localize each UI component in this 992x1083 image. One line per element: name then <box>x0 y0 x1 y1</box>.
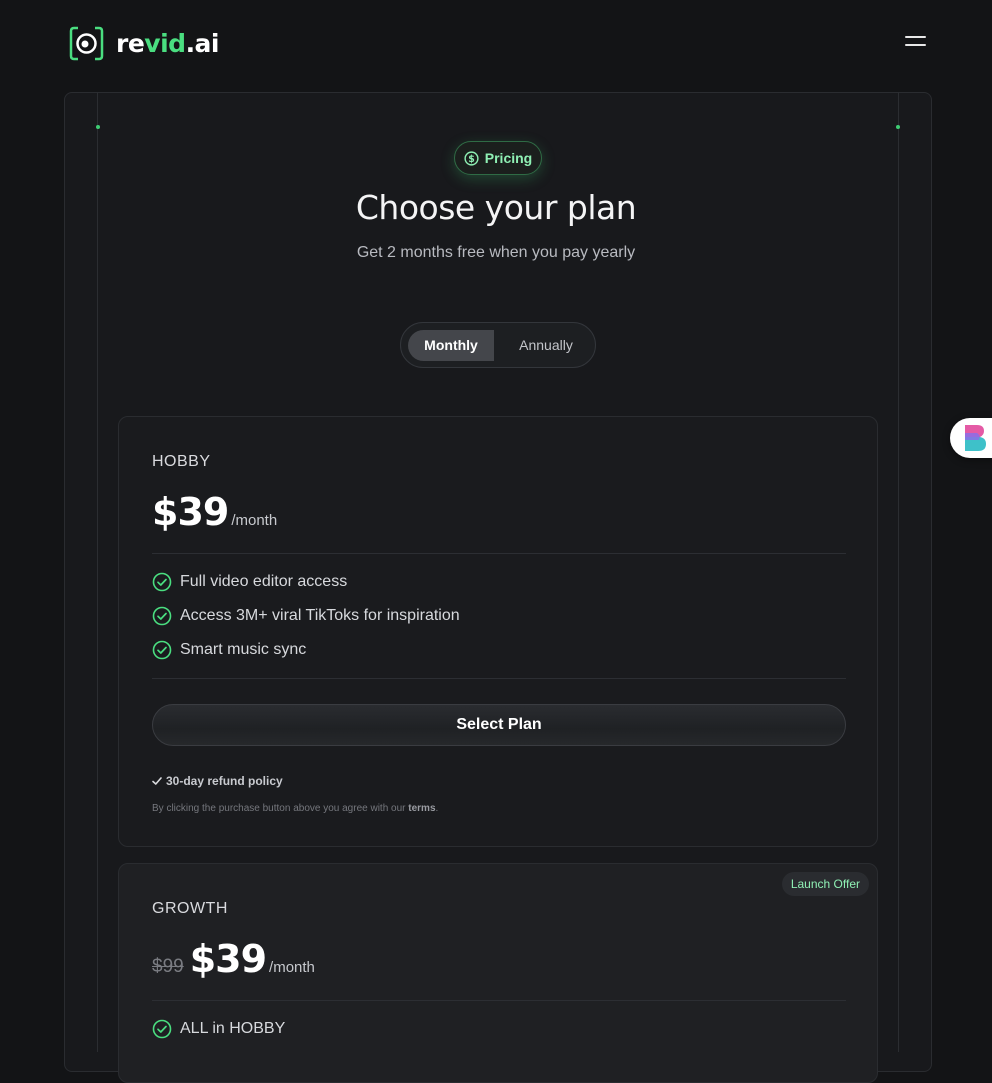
plan-name: HOBBY <box>152 453 211 470</box>
frame-guide-left <box>97 92 98 1052</box>
toggle-annually[interactable]: Annually <box>501 330 591 361</box>
price-amount: $39 <box>152 490 229 534</box>
feature-item: Smart music sync <box>152 640 306 660</box>
price-period: /month <box>269 959 315 976</box>
billing-toggle: Monthly Annually <box>400 322 596 368</box>
feature-item: Full video editor access <box>152 572 347 592</box>
select-plan-button[interactable]: Select Plan <box>152 704 846 746</box>
check-circle-icon <box>152 572 172 592</box>
hamburger-menu-icon[interactable] <box>903 36 927 52</box>
plan-card-growth: Launch Offer GROWTH $99 $39 /month ALL i… <box>118 863 878 1083</box>
frame-guide-right <box>898 92 899 1052</box>
widget-logo-icon <box>965 425 986 451</box>
check-circle-icon <box>152 640 172 660</box>
floating-widget[interactable] <box>950 418 992 458</box>
divider <box>152 553 846 554</box>
logo-camera-icon <box>69 26 104 61</box>
divider <box>152 678 846 679</box>
price-period: /month <box>231 512 278 529</box>
old-price: $99 <box>152 956 184 977</box>
svg-text:$: $ <box>468 153 475 164</box>
feature-label: ALL in HOBBY <box>180 1020 286 1037</box>
feature-label: Access 3M+ viral TikToks for inspiration <box>180 607 460 624</box>
check-circle-icon <box>152 1019 172 1039</box>
feature-item: Access 3M+ viral TikToks for inspiration <box>152 606 460 626</box>
pricing-badge-label: Pricing <box>484 150 533 166</box>
plan-price: $99 $39 /month <box>152 937 315 981</box>
guide-dot-right <box>896 125 900 129</box>
refund-policy: 30-day refund policy <box>152 774 283 788</box>
guide-dot-left <box>96 125 100 129</box>
page-subtitle: Get 2 months free when you pay yearly <box>356 244 636 261</box>
pricing-badge: $ Pricing <box>454 141 542 175</box>
feature-item: ALL in HOBBY <box>152 1019 285 1039</box>
check-circle-icon <box>152 606 172 626</box>
refund-label: 30-day refund policy <box>166 774 283 788</box>
feature-label: Full video editor access <box>180 573 348 590</box>
brand-name: revid.ai <box>116 29 220 58</box>
page-title: Choose your plan <box>355 188 637 227</box>
plan-price: $39 /month <box>152 490 277 534</box>
divider <box>152 1000 846 1001</box>
checkmark-icon <box>152 777 162 785</box>
terms-link[interactable]: terms <box>408 803 435 814</box>
legal-notice: By clicking the purchase button above yo… <box>152 803 439 814</box>
plan-name: GROWTH <box>152 900 228 917</box>
toggle-monthly[interactable]: Monthly <box>408 330 494 361</box>
top-bar: revid.ai <box>0 0 992 88</box>
price-amount: $39 <box>189 937 267 981</box>
launch-offer-badge: Launch Offer <box>781 872 869 896</box>
plan-card-hobby: HOBBY $39 /month Full video editor acces… <box>118 416 878 847</box>
dollar-circle-icon: $ <box>464 150 479 166</box>
feature-label: Smart music sync <box>180 641 307 658</box>
brand-logo[interactable]: revid.ai <box>69 26 220 61</box>
